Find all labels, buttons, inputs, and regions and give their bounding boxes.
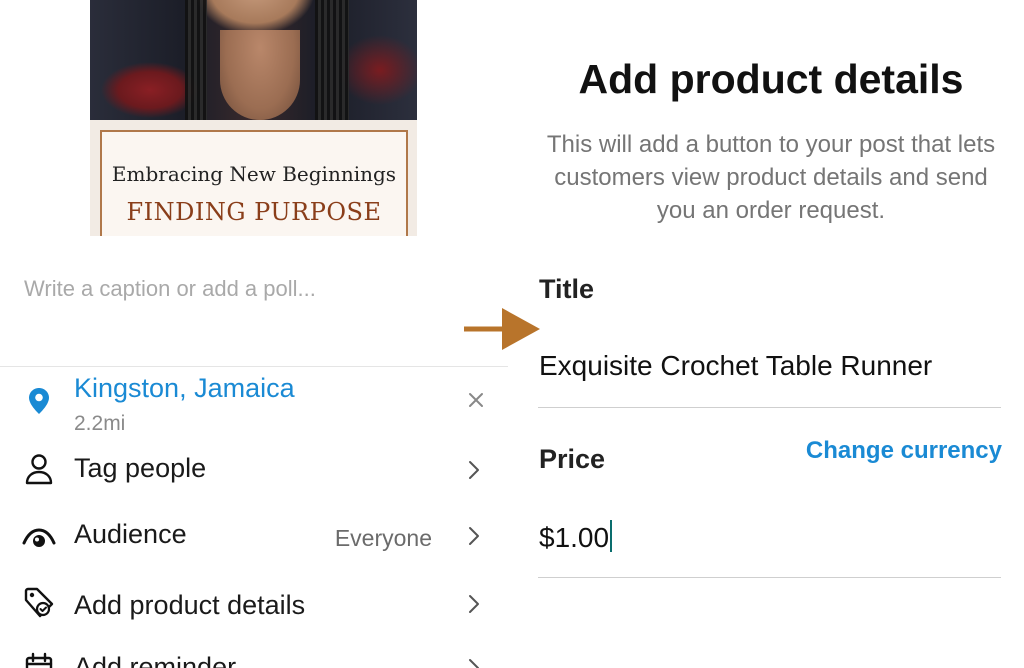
arrow-right-icon (464, 306, 542, 352)
divider (0, 366, 508, 367)
audience-value: Everyone (334, 525, 432, 551)
title-underline (538, 407, 1001, 408)
post-composer-panel: Embracing New Beginnings FINDING PURPOSE… (0, 0, 508, 668)
price-value: $1.00 (539, 522, 610, 553)
title-input[interactable]: Exquisite Crochet Table Runner (539, 350, 932, 382)
portrait-hair-left (185, 0, 207, 120)
text-cursor (610, 520, 613, 552)
chevron-right-icon (466, 526, 482, 546)
caption-input[interactable]: Write a caption or add a poll... (24, 276, 316, 302)
title-label: Title (539, 274, 595, 304)
add-reminder-row[interactable]: Add reminder (0, 640, 500, 668)
book-cover-card: Embracing New Beginnings FINDING PURPOSE (100, 130, 408, 236)
post-image-preview[interactable]: Embracing New Beginnings FINDING PURPOSE (90, 0, 417, 236)
product-tag-icon (22, 586, 56, 620)
location-distance: 2.2mi (74, 412, 126, 435)
price-label: Price (539, 444, 606, 474)
price-input[interactable]: $1.00 (539, 520, 613, 554)
add-reminder-label: Add reminder (74, 652, 237, 668)
cover-subtitle: Embracing New Beginnings (111, 162, 397, 186)
location-name[interactable]: Kingston, Jamaica (74, 373, 295, 404)
add-product-details-row[interactable]: Add product details (0, 574, 500, 634)
person-icon (22, 452, 56, 486)
add-product-details-label: Add product details (74, 590, 306, 620)
portrait-neck (220, 30, 300, 120)
price-underline (538, 577, 1001, 578)
portrait-hair-right (315, 0, 349, 120)
chevron-right-icon (466, 658, 482, 668)
tag-people-row[interactable]: Tag people (0, 440, 500, 500)
remove-location-icon[interactable] (466, 390, 486, 410)
audience-label: Audience (74, 519, 187, 549)
audience-row[interactable]: Audience Everyone (0, 506, 500, 566)
cover-title: FINDING PURPOSE (126, 198, 382, 226)
tag-people-label: Tag people (74, 453, 207, 483)
change-currency-link[interactable]: Change currency (806, 437, 1002, 465)
chevron-right-icon (466, 460, 482, 480)
calendar-icon (22, 650, 56, 668)
eye-icon (22, 520, 56, 554)
page-description: This will add a button to your post that… (546, 131, 996, 224)
page-title: Add product details (578, 56, 964, 102)
chevron-right-icon (466, 594, 482, 614)
location-pin-icon (22, 384, 56, 418)
